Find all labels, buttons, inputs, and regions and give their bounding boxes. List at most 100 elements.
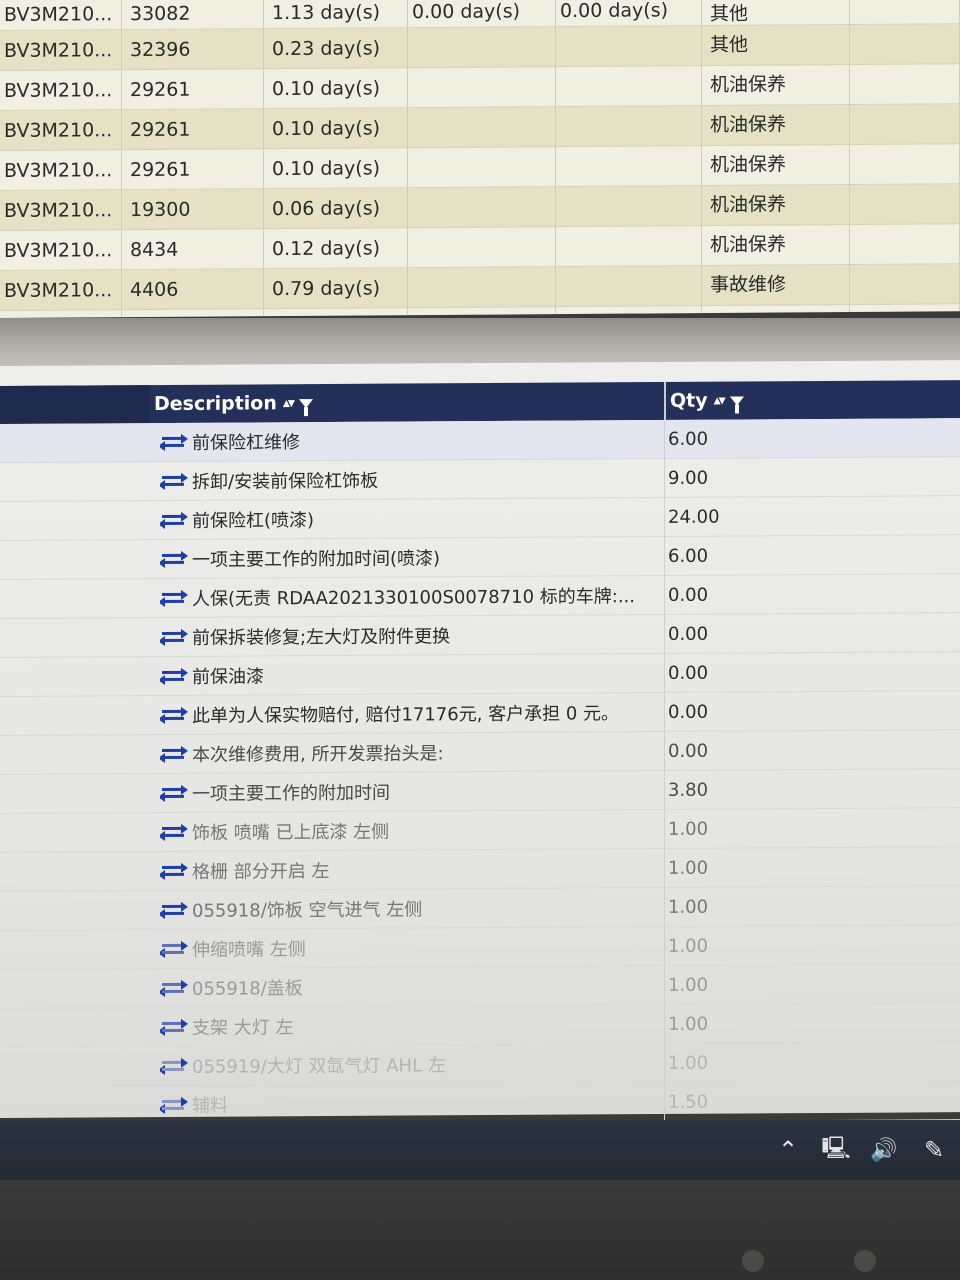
swap-icon[interactable] xyxy=(160,940,188,958)
table-row[interactable]: 前保油漆 0.00 xyxy=(0,652,960,697)
table-row[interactable]: 人保(无责 RDAA2021330100S0078710 标的车牌:... 0.0… xyxy=(0,574,960,619)
table-row[interactable]: 055918/盖板 1.00 xyxy=(0,964,960,1009)
cell-days-a: 0.12 day(s) xyxy=(264,228,408,269)
cell-empty xyxy=(850,184,960,225)
cell-vin: BV3M210... xyxy=(0,0,122,30)
row-gutter xyxy=(0,540,150,579)
table-row[interactable]: 前保拆装修复;左大灯及附件更换 0.00 xyxy=(0,613,960,658)
table-row[interactable]: 055918/饰板 空气进气 左侧 1.00 xyxy=(0,886,960,931)
qty-cell: 1.00 xyxy=(664,1042,958,1082)
table-row[interactable]: BV3M210... 29261 0.10 day(s) 机油保养 xyxy=(0,104,960,151)
table-row[interactable]: 前保险杠(喷漆) 24.00 xyxy=(0,496,960,541)
table-row[interactable]: BV3M210... 29261 0.10 day(s) 机油保养 xyxy=(0,144,960,191)
filter-icon[interactable] xyxy=(729,395,744,406)
table-row[interactable]: 伸缩喷嘴 左侧 1.00 xyxy=(0,925,960,970)
table-row[interactable]: 055919/大灯 双氙气灯 AHL 左 1.00 xyxy=(0,1042,960,1087)
cell-mileage: 200 xyxy=(122,309,264,319)
table-row[interactable]: 饰板 喷嘴 已上底漆 左侧 1.00 xyxy=(0,808,960,853)
qty-cell: 9.00 xyxy=(664,457,958,497)
description-cell: 055919/大灯 双氙气灯 AHL 左 xyxy=(160,1044,650,1085)
qty-cell: 6.00 xyxy=(664,535,958,575)
cell-days-a: 0.10 day(s) xyxy=(264,108,408,149)
swap-icon[interactable] xyxy=(160,1057,188,1075)
pen-icon[interactable]: ✎ xyxy=(914,1134,954,1166)
cell-mileage: 29261 xyxy=(122,109,264,150)
cell-vin: BV3M210... xyxy=(0,310,122,319)
row-gutter xyxy=(0,501,150,540)
row-gutter xyxy=(0,930,150,969)
cell-mileage: 32396 xyxy=(122,29,264,70)
sort-icon[interactable]: ▴▾ xyxy=(714,393,724,409)
description-column-header[interactable]: Description ▴▾ xyxy=(154,384,313,423)
description-cell: 前保油漆 xyxy=(160,654,650,695)
network-icon[interactable]: 🖳 xyxy=(816,1134,856,1166)
description-text: 前保险杠维修 xyxy=(192,432,300,454)
swap-icon[interactable] xyxy=(160,784,188,802)
cell-vin: BV3M210... xyxy=(0,110,122,150)
table-row[interactable]: 一项主要工作的附加时间 3.80 xyxy=(0,769,960,814)
description-cell: 拆卸/安装前保险杠饰板 xyxy=(160,459,650,500)
volume-icon[interactable]: 🔊 xyxy=(864,1134,904,1166)
swap-icon[interactable] xyxy=(160,628,188,646)
table-row[interactable]: 一项主要工作的附加时间(喷漆) 6.00 xyxy=(0,535,960,580)
swap-icon[interactable] xyxy=(160,862,188,880)
cell-mileage: 29261 xyxy=(122,149,264,190)
swap-icon[interactable] xyxy=(160,667,188,685)
description-cell: 前保拆装修复;左大灯及附件更换 xyxy=(160,615,650,656)
table-row[interactable]: 本次维修费用, 所开发票抬头是: 0.00 xyxy=(0,730,960,775)
cell-days-a: 0.10 day(s) xyxy=(264,68,408,109)
swap-icon[interactable] xyxy=(160,1018,188,1036)
description-text: 支架 大灯 左 xyxy=(192,1017,294,1039)
bezel-screw xyxy=(854,1250,876,1272)
cell-days-c xyxy=(556,66,702,107)
cell-type: 其他 xyxy=(702,0,850,26)
swap-icon[interactable] xyxy=(160,823,188,841)
swap-icon[interactable] xyxy=(160,433,188,451)
table-row[interactable]: 支架 大灯 左 1.00 xyxy=(0,1003,960,1048)
swap-icon[interactable] xyxy=(160,589,188,607)
swap-icon[interactable] xyxy=(160,745,188,763)
table-row[interactable]: BV3M210... 32396 0.23 day(s) 其他 xyxy=(0,24,960,71)
description-cell: 人保(无责 RDAA2021330100S0078710 标的车牌:... xyxy=(160,576,650,617)
cell-days-c xyxy=(556,306,702,319)
swap-icon[interactable] xyxy=(160,1096,188,1114)
qty-cell: 0.00 xyxy=(664,574,958,614)
cell-vin: BV3M210... xyxy=(0,230,122,270)
cell-days-a: 1.13 day(s) xyxy=(264,0,408,29)
chevron-up-icon[interactable]: ⌃ xyxy=(768,1134,808,1166)
description-cell: 支架 大灯 左 xyxy=(160,1005,650,1046)
swap-icon[interactable] xyxy=(160,550,188,568)
swap-icon[interactable] xyxy=(160,706,188,724)
description-text: 前保油漆 xyxy=(192,666,264,688)
swap-icon[interactable] xyxy=(160,472,188,490)
swap-icon[interactable] xyxy=(160,901,188,919)
table-row[interactable]: BV3M210... 8434 0.12 day(s) 机油保养 xyxy=(0,224,960,271)
row-gutter xyxy=(0,735,150,774)
cell-days-a: 0.23 day(s) xyxy=(264,28,408,69)
cell-empty xyxy=(850,264,960,305)
description-cell: 格栅 部分开启 左 xyxy=(160,849,650,890)
cell-days-c xyxy=(556,226,702,267)
swap-icon[interactable] xyxy=(160,511,188,529)
table-row[interactable]: 此单为人保实物赔付, 赔付17176元, 客户承担 0 元。 0.00 xyxy=(0,691,960,736)
description-text: 格栅 部分开启 左 xyxy=(192,860,330,883)
description-text: 一项主要工作的附加时间 xyxy=(192,782,390,805)
cell-type: 事故维修 xyxy=(702,265,850,306)
cell-days-b xyxy=(408,27,556,68)
table-row[interactable]: 前保险杠维修 6.00 xyxy=(0,418,960,463)
table-row[interactable]: 拆卸/安装前保险杠饰板 9.00 xyxy=(0,457,960,502)
cell-mileage: 19300 xyxy=(122,189,264,230)
table-row[interactable]: 格栅 部分开启 左 1.00 xyxy=(0,847,960,892)
sort-icon[interactable]: ▴▾ xyxy=(283,395,293,411)
repair-items-grid: Description ▴▾ Qty ▴▾ 前保险杠维修 6.00 拆卸/安装前保险… xyxy=(0,360,960,1126)
table-row[interactable]: BV3M210... 29261 0.10 day(s) 机油保养 xyxy=(0,64,960,111)
cell-empty xyxy=(850,24,960,65)
description-cell: 此单为人保实物赔付, 赔付17176元, 客户承担 0 元。 xyxy=(160,693,650,734)
table-row[interactable]: BV3M210... 19300 0.06 day(s) 机油保养 xyxy=(0,184,960,231)
swap-icon[interactable] xyxy=(160,979,188,997)
qty-column-header[interactable]: Qty ▴▾ xyxy=(664,381,744,420)
table-row[interactable]: BV3M210... 4406 0.79 day(s) 事故维修 xyxy=(0,264,960,311)
cell-type: 机油保养 xyxy=(702,225,850,266)
filter-icon[interactable] xyxy=(298,398,313,408)
description-cell: 一项主要工作的附加时间 xyxy=(160,771,650,812)
